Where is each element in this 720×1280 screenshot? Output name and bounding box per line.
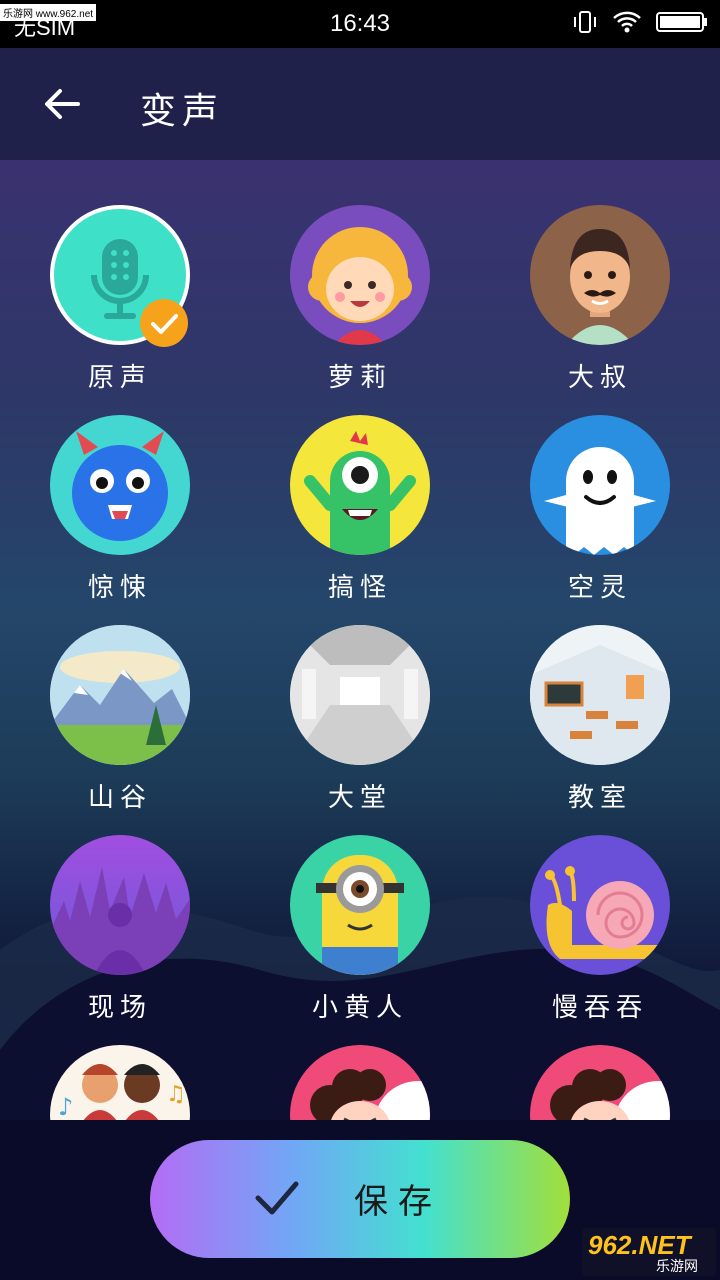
valley-avatar [50, 625, 190, 765]
svg-text:♫: ♫ [166, 1082, 186, 1107]
selected-check-icon [140, 299, 188, 347]
blue-monster-icon [72, 431, 168, 541]
voice-label: 大叔 [567, 363, 632, 393]
watermark-top: 乐游网 www.962.net [0, 4, 97, 21]
uncle-avatar [530, 205, 670, 345]
voice-item-slow[interactable]: 慢吞吞 [510, 835, 690, 1024]
watermark-bottom: 962.NET 乐游网 [582, 1228, 716, 1276]
voice-label: 慢吞吞 [551, 993, 648, 1023]
voice-label: 小黄人 [311, 993, 408, 1023]
voice-label: 搞怪 [327, 573, 392, 603]
voice-item-uncle[interactable]: 大叔 [510, 205, 690, 394]
voice-label: 原声 [87, 363, 152, 393]
voice-item-ethereal[interactable]: 空灵 [510, 415, 690, 604]
loli-avatar [290, 205, 430, 345]
ghost-icon [544, 447, 656, 555]
save-button[interactable]: 保存 [150, 1140, 570, 1258]
voice-item-live[interactable]: 现场 [30, 835, 210, 1024]
concert-crowd-icon [50, 867, 190, 975]
wifi-icon [613, 11, 641, 33]
check-icon [255, 1181, 299, 1215]
snail-icon [545, 866, 662, 959]
voice-item-minion[interactable]: 小黄人 [270, 835, 450, 1024]
voice-label: 大堂 [327, 783, 392, 813]
funny-avatar [290, 415, 430, 555]
voice-item-valley[interactable]: 山谷 [30, 625, 210, 814]
voice-item-thriller[interactable]: 惊悚 [30, 415, 210, 604]
status-icons [572, 10, 708, 34]
voice-item-funny[interactable]: 搞怪 [270, 415, 450, 604]
svg-text:♪: ♪ [58, 1093, 73, 1121]
status-bar: 无SIM 16:43 乐游网 www.962.net [0, 0, 720, 48]
page-title: 变声 [140, 91, 225, 132]
app-bar: 变声 [0, 48, 720, 160]
minion-avatar [290, 835, 430, 975]
watermark-sub: 乐游网 [656, 1259, 698, 1275]
classroom-icon [530, 625, 670, 765]
slow-avatar [530, 835, 670, 975]
voice-item-classroom[interactable]: 教室 [510, 625, 690, 814]
mountain-valley-icon [50, 625, 190, 765]
voice-label: 山谷 [87, 783, 152, 813]
thriller-avatar [50, 415, 190, 555]
voice-label: 空灵 [567, 573, 632, 603]
battery-icon [656, 12, 707, 32]
voice-item-loli[interactable]: 萝莉 [270, 205, 450, 394]
voice-label: 萝莉 [327, 363, 392, 393]
voice-item-hall[interactable]: 大堂 [270, 625, 450, 814]
hall-avatar [290, 625, 430, 765]
empty-hall-icon [290, 625, 430, 765]
voice-label: 教室 [567, 783, 632, 813]
voice-item-original[interactable]: 原声 [30, 205, 210, 394]
green-alien-icon [304, 431, 416, 555]
back-arrow-icon[interactable] [42, 84, 82, 124]
girl-face-icon [308, 227, 412, 345]
vibrate-icon [574, 11, 596, 33]
classroom-avatar [530, 625, 670, 765]
save-label: 保存 [354, 1182, 442, 1222]
minion-icon [316, 855, 404, 975]
mustache-man-icon [566, 229, 634, 345]
original-voice-avatar [50, 205, 190, 347]
live-avatar [50, 835, 190, 975]
voice-label: 现场 [87, 993, 152, 1023]
voice-label: 惊悚 [87, 573, 152, 603]
ethereal-avatar [530, 415, 670, 555]
